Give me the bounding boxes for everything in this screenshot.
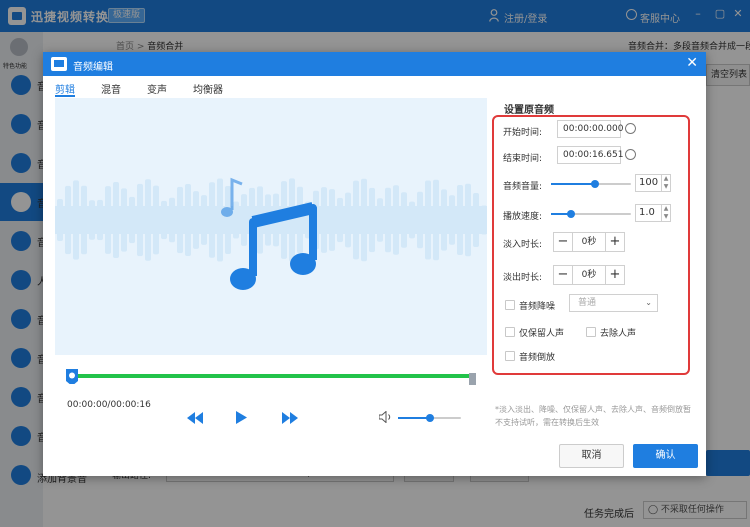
start-time-input[interactable]: 00:00:00.000: [557, 120, 623, 138]
end-time-input[interactable]: 00:00:16.651: [557, 146, 623, 164]
chevron-down-icon: ⌄: [645, 298, 652, 307]
volume-value: 100: [639, 177, 659, 188]
audio-edit-icon: [51, 57, 67, 71]
fade-in-plus-button[interactable]: +: [606, 233, 624, 251]
reverse-label: 音频倒放: [519, 353, 556, 363]
fade-out-label: 淡出时长:: [503, 273, 543, 283]
remove-voice-checkbox[interactable]: [586, 327, 596, 337]
reverse-checkbox[interactable]: [505, 351, 515, 361]
dialog-header: 音频编辑 ✕: [43, 52, 706, 76]
spin-up-icon[interactable]: ▲: [661, 205, 670, 213]
rewind-icon[interactable]: [187, 412, 203, 424]
keep-voice-label: 仅保留人声: [519, 329, 565, 339]
fade-out-stepper: − 0秒 +: [553, 265, 625, 285]
audio-edit-dialog: 音频编辑 ✕ 剪辑 混音 变声 均衡器 00:00:00/00:00:16 设置…: [43, 52, 706, 476]
volume-spinbox[interactable]: 100 ▲ ▼: [635, 174, 671, 192]
settings-note: *淡入淡出、降噪、仅保留人声、去除人声、音频倒放暂不支持试听，需在转换后生效: [495, 405, 691, 427]
spin-down-icon[interactable]: ▼: [661, 183, 670, 191]
keep-voice-checkbox[interactable]: [505, 327, 515, 337]
audio-volume-fill: [551, 183, 595, 185]
playback-volume-thumb[interactable]: [425, 414, 434, 422]
cancel-button[interactable]: 取消: [559, 444, 624, 468]
active-tab-indicator: [55, 95, 75, 97]
reset-start-icon[interactable]: [625, 123, 636, 134]
dialog-close-button[interactable]: ✕: [686, 55, 698, 71]
audio-volume-slider[interactable]: [551, 180, 631, 188]
reset-end-icon[interactable]: [625, 149, 636, 160]
fade-in-stepper: − 0秒 +: [553, 232, 625, 252]
playback-speed-thumb[interactable]: [567, 210, 575, 218]
tab-voice-change[interactable]: 变声: [147, 81, 167, 96]
start-time-label: 开始时间:: [503, 128, 543, 138]
denoise-checkbox[interactable]: [505, 300, 515, 310]
confirm-button[interactable]: 确认: [633, 444, 698, 468]
spin-up-icon[interactable]: ▲: [661, 175, 670, 183]
denoise-select[interactable]: 普通 ⌄: [569, 294, 658, 312]
playback-controls: [55, 408, 487, 434]
audio-preview: [55, 98, 487, 355]
settings-title: 设置原音频: [504, 105, 554, 116]
fast-forward-icon[interactable]: [282, 412, 298, 424]
volume-label: 音频音量:: [503, 182, 543, 192]
fade-out-plus-button[interactable]: +: [606, 266, 624, 284]
end-marker-icon: [469, 373, 476, 385]
waveform-graphic: [55, 177, 487, 290]
tab-clip[interactable]: 剪辑: [55, 81, 75, 96]
fade-out-minus-button[interactable]: −: [554, 266, 572, 284]
dialog-title: 音频编辑: [73, 62, 113, 73]
play-icon[interactable]: [236, 411, 247, 424]
fade-out-value[interactable]: 0秒: [572, 266, 606, 284]
playback-speed-slider[interactable]: [551, 210, 631, 218]
fade-in-value[interactable]: 0秒: [572, 233, 606, 251]
speed-value: 1.0: [639, 207, 655, 218]
volume-icon[interactable]: [379, 411, 393, 423]
playback-volume-slider[interactable]: [398, 414, 461, 422]
playback-volume-fill: [398, 417, 430, 419]
denoise-option: 普通: [578, 298, 597, 308]
speed-label: 播放速度:: [503, 212, 543, 222]
denoise-label: 音频降噪: [519, 302, 556, 312]
speed-spinbox[interactable]: 1.0 ▲ ▼: [635, 204, 671, 222]
fade-in-label: 淡入时长:: [503, 240, 543, 250]
audio-volume-thumb[interactable]: [591, 180, 599, 188]
remove-voice-label: 去除人声: [600, 329, 637, 339]
tab-equalizer[interactable]: 均衡器: [193, 81, 223, 96]
tab-mix[interactable]: 混音: [101, 81, 121, 96]
end-time-label: 结束时间:: [503, 154, 543, 164]
fade-in-minus-button[interactable]: −: [554, 233, 572, 251]
spin-down-icon[interactable]: ▼: [661, 213, 670, 221]
tab-bar: 剪辑 混音 变声 均衡器: [43, 76, 706, 98]
